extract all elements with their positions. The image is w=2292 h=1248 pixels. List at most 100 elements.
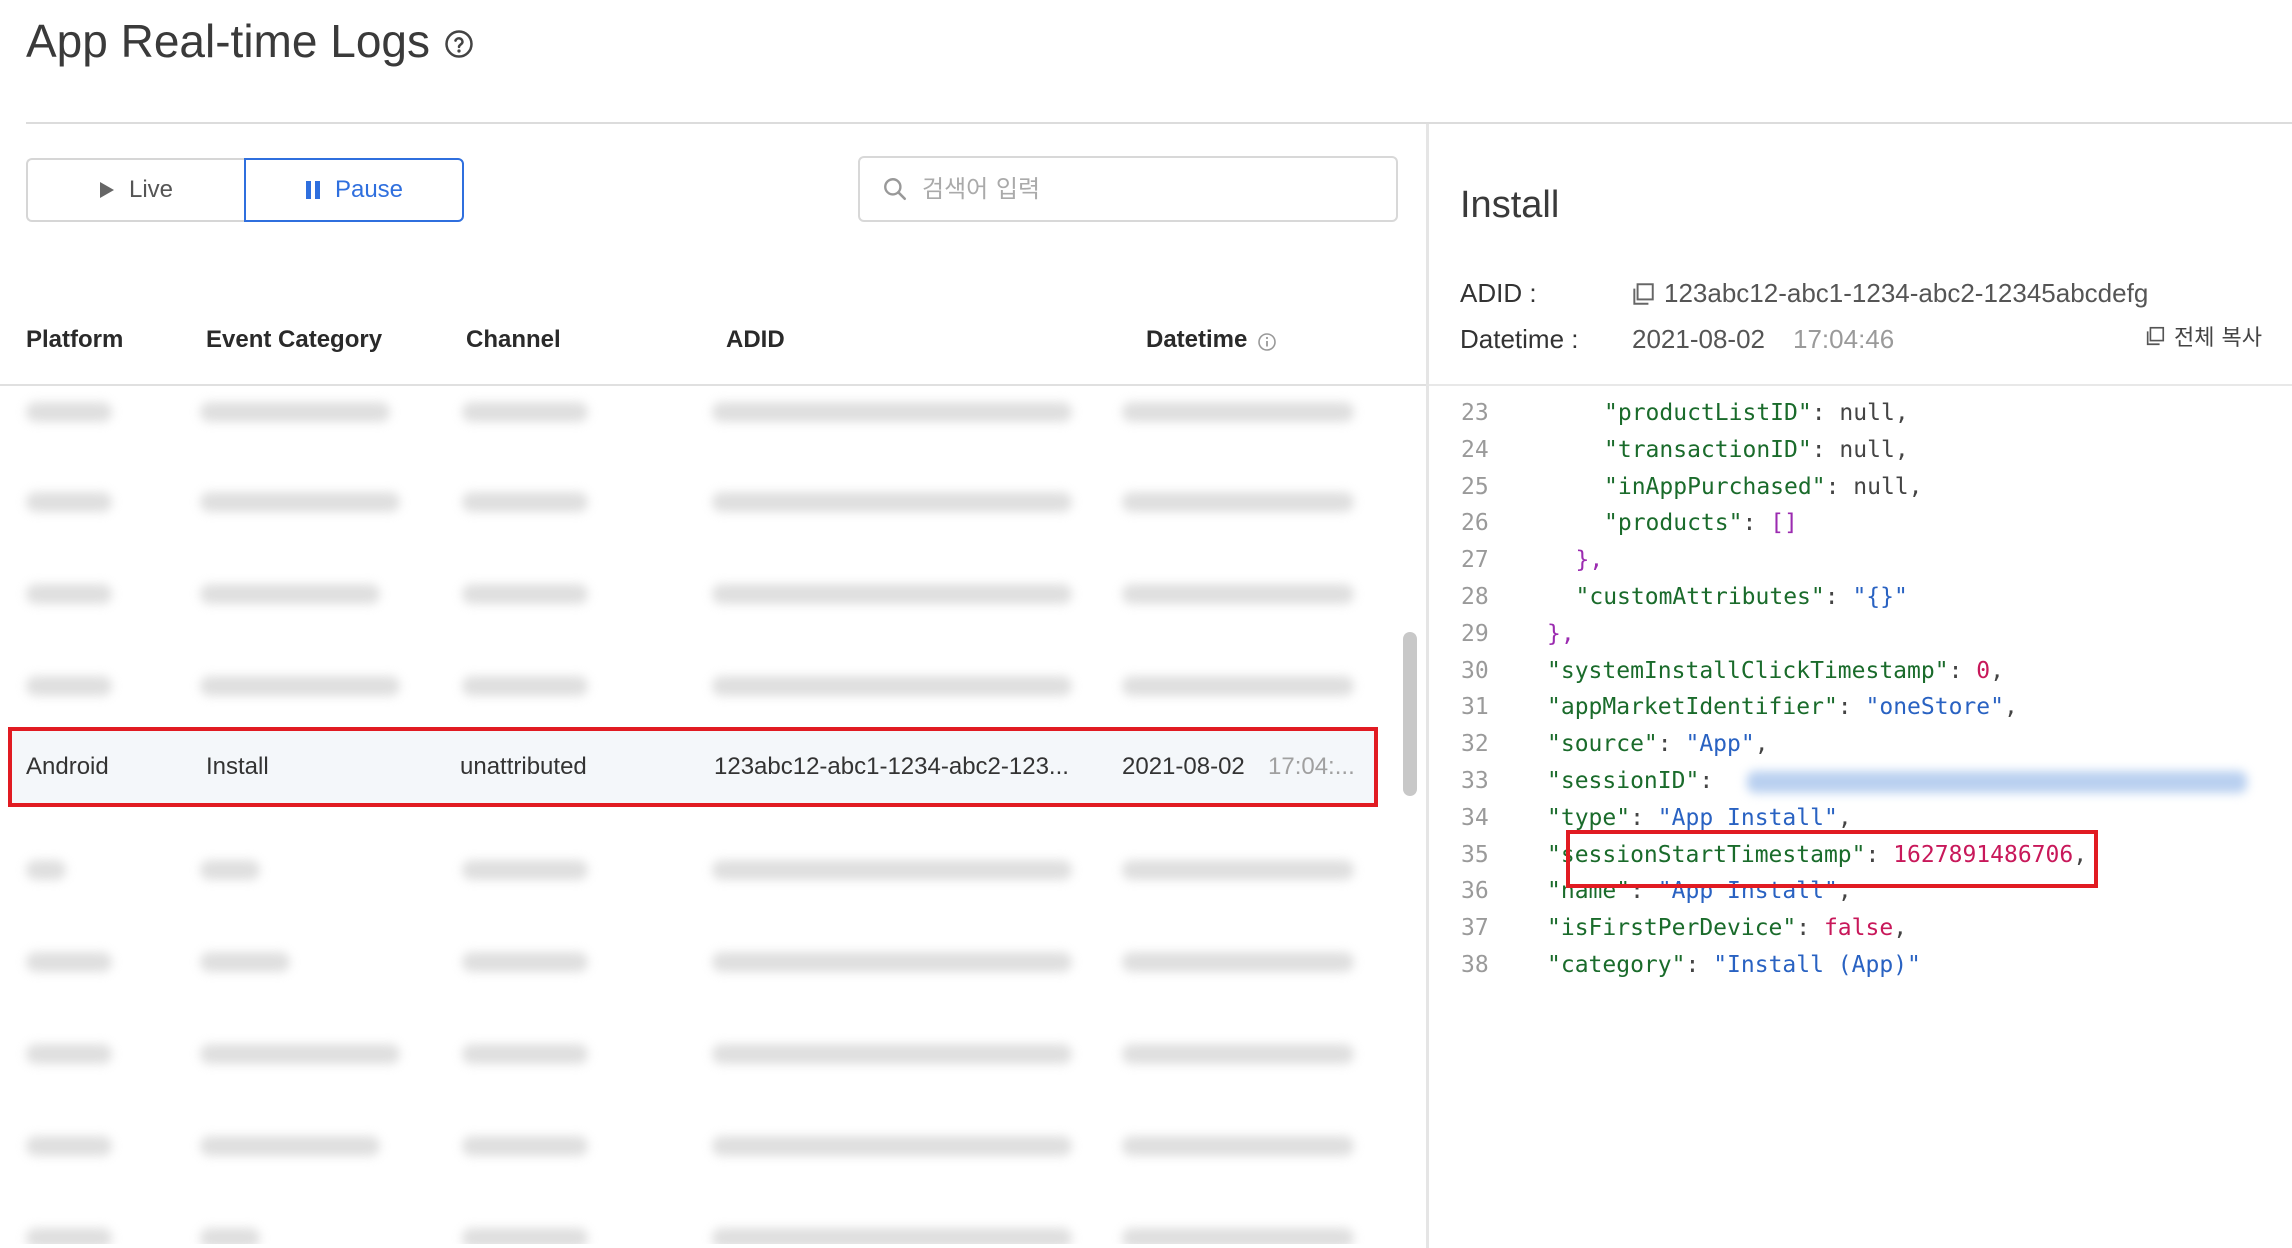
- search-box: [858, 156, 1398, 222]
- line-number: 27: [1461, 547, 1489, 574]
- json-key: "inAppPurchased": [1604, 473, 1826, 500]
- json-key: "category": [1547, 952, 1686, 978]
- pause-button-label: Pause: [334, 176, 404, 203]
- detail-title: Install: [1460, 184, 1560, 226]
- line-number: 32: [1461, 731, 1489, 758]
- table-row[interactable]: [0, 1190, 1400, 1244]
- line-number: 31: [1461, 694, 1489, 721]
- datetime-value: 2021-08-02 17:04:46: [1632, 324, 1894, 355]
- json-value: null: [1839, 436, 1895, 463]
- adid-value-wrap: 123abc12-abc1-1234-abc2-12345abcdefg: [1630, 278, 2148, 309]
- table-row[interactable]: [0, 1006, 1400, 1098]
- table-row[interactable]: [0, 386, 1400, 456]
- code-content: },: [1547, 621, 1575, 647]
- json-value: "{}": [1852, 584, 1908, 610]
- line-number: 30: [1461, 657, 1489, 684]
- page-title: App Real-time Logs: [26, 14, 474, 68]
- copy-icon: [2146, 326, 2165, 346]
- column-header-adid[interactable]: ADID: [726, 326, 785, 354]
- code-content: "transactionID": null,: [1604, 436, 1909, 463]
- live-button-label: Live: [128, 176, 174, 203]
- table-row[interactable]: [0, 822, 1400, 914]
- column-header-platform[interactable]: Platform: [26, 326, 123, 354]
- json-value: []: [1770, 510, 1798, 537]
- code-content: "systemInstallClickTimestamp": 0,: [1547, 657, 2004, 684]
- search-icon: [884, 178, 907, 201]
- line-number: 33: [1461, 768, 1489, 794]
- datetime-label: Datetime :: [1460, 324, 1579, 354]
- detail-time: 17:04:46: [1793, 324, 1895, 354]
- json-divider: [1429, 384, 2292, 386]
- pause-button[interactable]: Pause: [244, 158, 464, 222]
- code-content: "category": "Install (App)": [1547, 952, 1921, 978]
- json-value: "Install (App)": [1713, 952, 1921, 978]
- line-number: 25: [1461, 473, 1489, 500]
- line-number: 35: [1461, 841, 1489, 868]
- json-value: 0: [1976, 657, 1991, 684]
- cell-adid: 123abc12-abc1-1234-abc2-123...: [714, 753, 1069, 780]
- line-number: 37: [1461, 915, 1489, 942]
- table-row[interactable]: [0, 546, 1400, 638]
- info-icon[interactable]: [1257, 332, 1277, 352]
- json-key: "transactionID": [1604, 436, 1812, 463]
- live-button[interactable]: Live: [26, 158, 244, 222]
- line-number: 23: [1461, 400, 1489, 426]
- json-value: },: [1575, 547, 1604, 574]
- table-row[interactable]: [0, 914, 1400, 1006]
- code-content: "sessionID":: [1547, 768, 2248, 794]
- header-divider: [26, 122, 2292, 124]
- cell-event-category: Install: [206, 753, 269, 780]
- json-key: "sessionID": [1547, 768, 1700, 794]
- line-number: 24: [1461, 436, 1489, 463]
- search-input[interactable]: [920, 174, 1384, 204]
- line-number: 38: [1461, 952, 1489, 978]
- copy-all-button[interactable]: 전체 복사: [2144, 320, 2262, 352]
- cell-channel: unattributed: [460, 753, 587, 780]
- line-number: 34: [1461, 804, 1489, 831]
- code-content: "source": "App",: [1547, 731, 1769, 758]
- line-number: 36: [1461, 878, 1489, 905]
- cell-date: 2021-08-02: [1122, 753, 1245, 780]
- line-number: 29: [1461, 620, 1489, 647]
- json-value: null: [1853, 473, 1909, 500]
- json-key: "systemInstallClickTimestamp": [1547, 657, 1949, 684]
- table-row[interactable]: [0, 638, 1400, 730]
- column-header-datetime[interactable]: Datetime: [1146, 326, 1277, 354]
- json-key: "productListID": [1604, 400, 1812, 426]
- json-viewer: 23 "productListID": null, 24 "transactionID…: [1429, 388, 2292, 1248]
- code-content: "isFirstPerDevice": false,: [1547, 915, 1908, 942]
- json-value: },: [1547, 620, 1575, 647]
- table-row[interactable]: [0, 1098, 1400, 1190]
- help-icon[interactable]: [444, 29, 474, 59]
- json-value: "App Install": [1657, 804, 1838, 831]
- json-key: "isFirstPerDevice": [1547, 915, 1797, 942]
- table-header: Platform Event Category Channel ADID Dat…: [0, 312, 1426, 386]
- live-pause-toggle: Live Pause: [26, 158, 464, 222]
- column-header-channel[interactable]: Channel: [466, 326, 561, 354]
- column-header-datetime-label: Datetime: [1146, 326, 1248, 353]
- column-header-event-category[interactable]: Event Category: [206, 326, 382, 354]
- adid-label: ADID :: [1460, 278, 1537, 308]
- json-value: "oneStore": [1865, 694, 2004, 721]
- table-scrollbar[interactable]: [1403, 632, 1417, 796]
- cell-time: 17:04:...: [1268, 753, 1355, 780]
- copy-all-label: 전체 복사: [2174, 326, 2262, 351]
- code-content: "products": []: [1604, 510, 1798, 537]
- line-number: 28: [1461, 584, 1489, 610]
- play-icon: [99, 182, 114, 198]
- selected-log-row[interactable]: Android Install unattributed 123abc12-ab…: [8, 727, 1378, 807]
- detail-date: 2021-08-02: [1632, 324, 1765, 354]
- code-content: "appMarketIdentifier": "oneStore",: [1547, 694, 2018, 721]
- code-content: "inAppPurchased": null,: [1604, 473, 1923, 500]
- code-content: },: [1576, 547, 1604, 573]
- table-row[interactable]: [0, 454, 1400, 546]
- code-content: "type": "App Install",: [1547, 804, 1852, 831]
- json-key: "products": [1604, 510, 1743, 537]
- adid-value: 123abc12-abc1-1234-abc2-12345abcdefg: [1664, 278, 2149, 308]
- code-content: "customAttributes": "{}": [1575, 584, 1908, 610]
- json-key: "customAttributes": [1575, 584, 1825, 610]
- log-table-body: [0, 386, 1400, 1244]
- copy-icon[interactable]: [1630, 281, 1656, 307]
- code-content: "productListID": null,: [1604, 400, 1909, 426]
- json-key: "source": [1547, 731, 1658, 758]
